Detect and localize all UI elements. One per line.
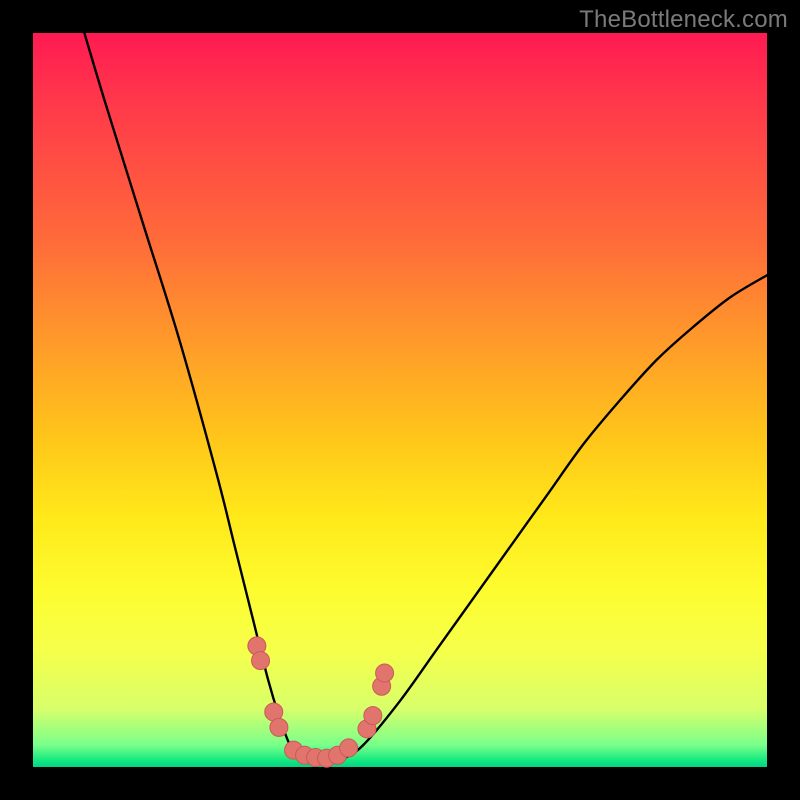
curve-markers [248,637,394,767]
curve-marker [376,664,394,682]
bottleneck-curve [84,33,767,764]
watermark-label: TheBottleneck.com [579,6,788,34]
chart-frame: TheBottleneck.com [0,0,800,800]
curve-marker [364,707,382,725]
curve-marker [340,739,358,757]
chart-svg [33,33,767,767]
chart-plot-area [33,33,767,767]
curve-marker [270,718,288,736]
curve-marker [252,652,270,670]
